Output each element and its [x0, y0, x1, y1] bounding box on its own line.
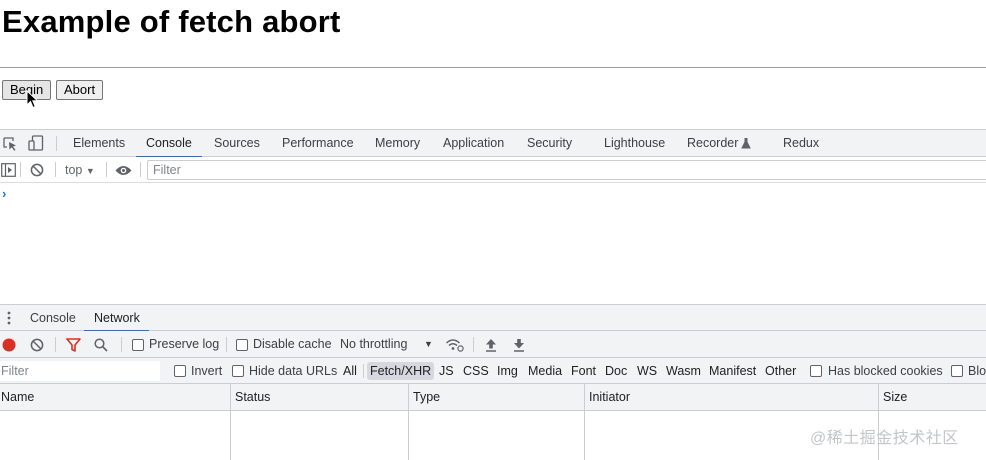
- context-select[interactable]: top ▼: [65, 157, 95, 184]
- toolbar-divider: [473, 337, 474, 352]
- disable-cache-label: Disable cache: [253, 337, 332, 351]
- export-har-icon[interactable]: [513, 338, 525, 352]
- column-header-status[interactable]: Status: [235, 384, 270, 411]
- browser-page: Example of fetch abort Begin Abort Eleme…: [0, 0, 986, 460]
- column-header-initiator[interactable]: Initiator: [589, 384, 630, 411]
- type-filter-manifest[interactable]: Manifest: [709, 362, 756, 380]
- tab-security[interactable]: Security: [527, 130, 572, 157]
- import-har-icon[interactable]: [485, 338, 497, 352]
- column-header-size[interactable]: Size: [883, 384, 907, 411]
- type-filter-wasm[interactable]: Wasm: [666, 362, 701, 380]
- throttling-select-value: No throttling: [340, 337, 408, 351]
- toolbar-divider: [226, 337, 227, 352]
- show-sidebar-icon[interactable]: [1, 163, 16, 177]
- type-filter-ws[interactable]: WS: [637, 362, 657, 380]
- drawer-tabbar: Console Network: [0, 304, 986, 332]
- preserve-log-checkbox[interactable]: [132, 339, 144, 351]
- throttling-select[interactable]: No throttling ▼: [340, 331, 433, 358]
- type-filter-css[interactable]: CSS: [463, 362, 489, 380]
- column-header-name[interactable]: Name: [1, 384, 34, 411]
- network-table-header: Name Status Type Initiator Size: [0, 384, 986, 411]
- abort-button[interactable]: Abort: [56, 80, 104, 100]
- column-header-type[interactable]: Type: [413, 384, 440, 411]
- has-blocked-cookies-label: Has blocked cookies: [828, 364, 943, 378]
- type-filter-doc[interactable]: Doc: [605, 362, 627, 380]
- type-filter-media[interactable]: Media: [528, 362, 562, 380]
- context-select-value: top: [65, 163, 83, 177]
- tab-recorder[interactable]: Recorder: [687, 130, 738, 157]
- type-filter-font[interactable]: Font: [571, 362, 596, 380]
- tab-redux[interactable]: Redux: [783, 130, 819, 157]
- console-prompt-icon[interactable]: ›: [2, 186, 6, 201]
- toolbar-divider: [363, 364, 364, 378]
- column-divider[interactable]: [878, 384, 879, 460]
- device-toolbar-icon[interactable]: [28, 135, 44, 151]
- hide-data-urls-checkbox[interactable]: [232, 365, 244, 377]
- console-filter-input[interactable]: Filter: [147, 160, 986, 180]
- blocked-requests-checkbox[interactable]: [951, 365, 963, 377]
- column-divider[interactable]: [230, 384, 231, 460]
- network-toolbar: Preserve log Disable cache No throttling…: [0, 331, 986, 358]
- invert-label: Invert: [191, 364, 223, 378]
- inspect-element-icon[interactable]: [3, 137, 18, 151]
- page-title: Example of fetch abort: [2, 4, 341, 39]
- toolbar-divider: [106, 162, 107, 177]
- chevron-down-icon: ▼: [424, 339, 433, 349]
- type-filter-img[interactable]: Img: [497, 362, 518, 380]
- console-toolbar: top ▼ Filter: [0, 157, 986, 183]
- watermark: @稀土掘金技术社区: [810, 430, 959, 447]
- network-filter-bar: Filter Invert Hide data URLs All Fetch/X…: [0, 358, 986, 384]
- clear-console-icon[interactable]: [30, 163, 44, 177]
- eye-icon[interactable]: [115, 165, 132, 176]
- record-icon[interactable]: [2, 338, 16, 352]
- blocked-requests-label: Blo: [968, 364, 986, 378]
- network-filter-input[interactable]: Filter: [0, 361, 160, 381]
- invert-checkbox[interactable]: [174, 365, 186, 377]
- type-filter-fetch-xhr[interactable]: Fetch/XHR: [367, 362, 435, 380]
- search-icon[interactable]: [94, 338, 108, 352]
- drawer-tab-console[interactable]: Console: [30, 305, 76, 331]
- mouse-cursor-icon: [26, 90, 39, 109]
- disable-cache-checkbox[interactable]: [236, 339, 248, 351]
- tab-lighthouse[interactable]: Lighthouse: [604, 130, 665, 157]
- column-divider[interactable]: [584, 384, 585, 460]
- clear-icon[interactable]: [30, 338, 44, 352]
- toolbar-divider: [140, 162, 141, 177]
- hide-data-urls-label: Hide data URLs: [249, 364, 338, 378]
- toolbar-divider: [55, 337, 56, 352]
- tab-console[interactable]: Console: [136, 130, 202, 158]
- toolbar-divider: [20, 162, 21, 177]
- page-divider: [0, 67, 986, 68]
- tab-sources[interactable]: Sources: [214, 130, 260, 157]
- toolbar-divider: [55, 162, 56, 177]
- chevron-down-icon: ▼: [85, 166, 95, 176]
- tab-performance[interactable]: Performance: [282, 130, 354, 157]
- tab-elements[interactable]: Elements: [73, 130, 125, 157]
- type-filter-other[interactable]: Other: [765, 362, 796, 380]
- preserve-log-label: Preserve log: [149, 337, 220, 351]
- type-filter-all[interactable]: All: [343, 362, 357, 380]
- filter-icon[interactable]: [66, 338, 81, 352]
- flask-icon: [741, 138, 751, 149]
- toolbar-divider: [56, 136, 57, 151]
- more-options-icon[interactable]: [7, 311, 11, 325]
- tab-memory[interactable]: Memory: [375, 130, 420, 157]
- type-filter-js[interactable]: JS: [439, 362, 454, 380]
- toolbar-divider: [121, 337, 122, 352]
- has-blocked-cookies-checkbox[interactable]: [810, 365, 822, 377]
- network-conditions-icon[interactable]: [445, 338, 464, 352]
- tab-application[interactable]: Application: [443, 130, 504, 157]
- drawer-tab-network[interactable]: Network: [84, 305, 149, 332]
- devtools-tabbar: Elements Console Sources Performance Mem…: [0, 129, 986, 158]
- column-divider[interactable]: [408, 384, 409, 460]
